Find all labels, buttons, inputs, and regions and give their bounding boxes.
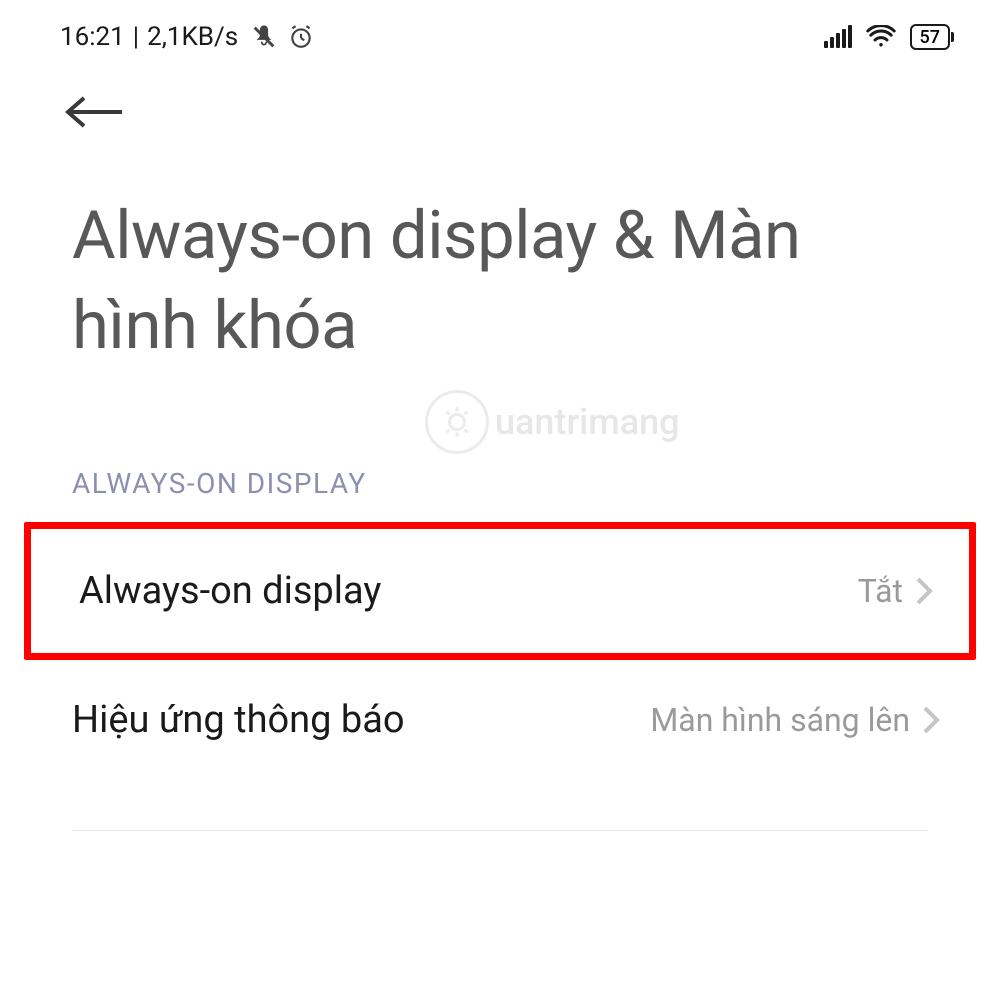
- setting-value: Màn hình sáng lên: [650, 701, 910, 739]
- setting-notification-effect[interactable]: Hiệu ứng thông báo Màn hình sáng lên: [0, 660, 1000, 780]
- setting-label: Hiệu ứng thông báo: [72, 698, 405, 742]
- status-bar: 16:21 | 2,1KB/s: [0, 0, 1000, 62]
- status-separator: |: [133, 22, 139, 52]
- chevron-right-icon: [922, 705, 940, 735]
- status-icons-left: [250, 23, 314, 51]
- divider: [72, 830, 928, 831]
- battery-icon: 57: [910, 24, 950, 50]
- status-left: 16:21 | 2,1KB/s: [60, 22, 314, 52]
- wifi-icon: [866, 25, 896, 49]
- alarm-icon: [288, 24, 314, 50]
- setting-value-wrap: Màn hình sáng lên: [650, 701, 940, 739]
- watermark-logo-icon: [425, 390, 489, 454]
- page-title: Always-on display & Màn hình khóa: [0, 136, 1000, 372]
- battery-level: 57: [920, 27, 940, 48]
- setting-value: Tắt: [858, 572, 903, 610]
- setting-always-on-display[interactable]: Always-on display Tắt: [24, 522, 976, 660]
- status-time: 16:21: [60, 22, 125, 52]
- chevron-right-icon: [915, 576, 933, 606]
- back-arrow-icon: [60, 92, 130, 132]
- setting-value-wrap: Tắt: [858, 572, 933, 610]
- back-button[interactable]: [0, 62, 1000, 136]
- setting-label: Always-on display: [79, 569, 381, 613]
- mute-icon: [250, 23, 278, 51]
- watermark: uantrimang: [425, 390, 680, 454]
- signal-icon: [824, 26, 852, 48]
- status-data-rate: 2,1KB/s: [147, 22, 238, 52]
- status-right: 57: [824, 24, 950, 50]
- watermark-text: uantrimang: [495, 401, 680, 443]
